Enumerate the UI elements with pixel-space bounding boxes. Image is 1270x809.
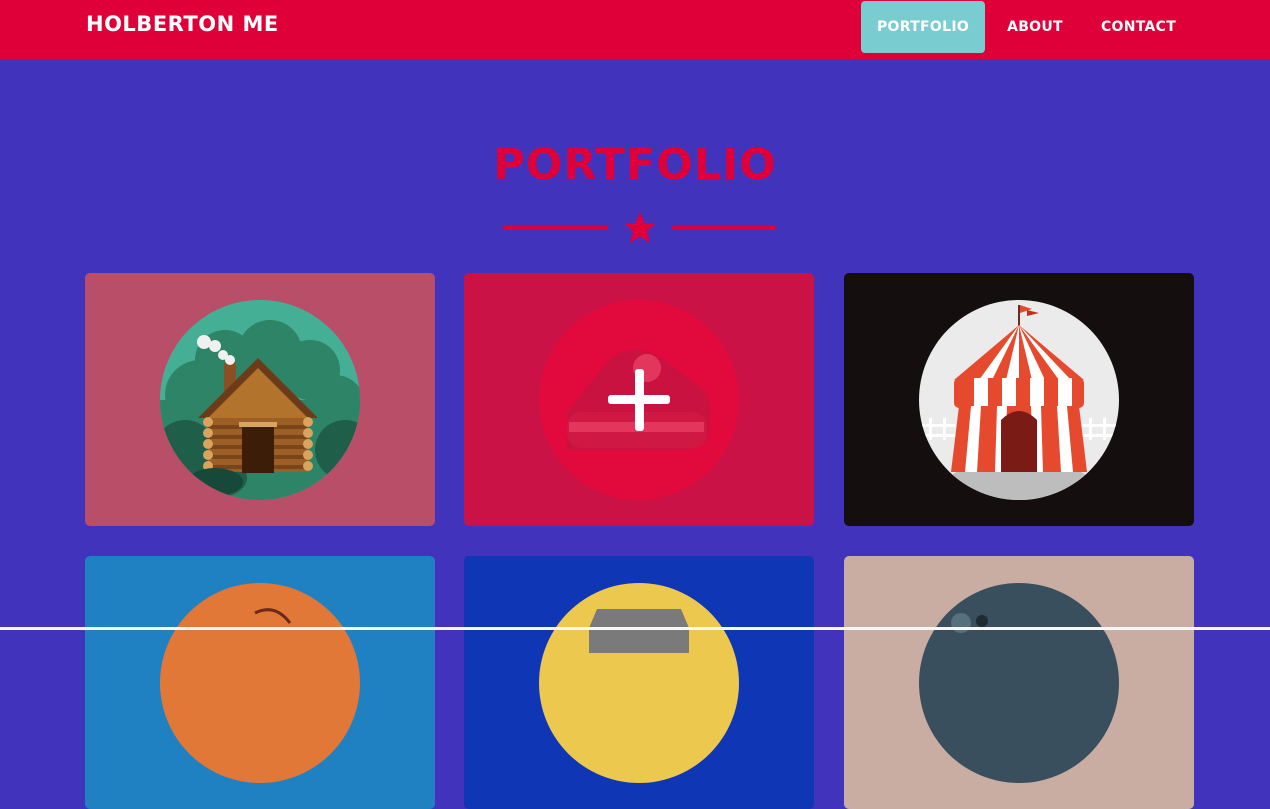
portfolio-item-5[interactable] [464, 556, 814, 809]
yellow-circle-illustration [539, 583, 739, 783]
plus-icon [608, 369, 670, 431]
nav-link-portfolio[interactable]: PORTFOLIO [861, 1, 985, 53]
portfolio-item-4[interactable] [85, 556, 435, 809]
cabin-illustration [160, 300, 360, 500]
circus-tent-illustration [919, 300, 1119, 500]
section-title: PORTFOLIO [493, 140, 777, 190]
navbar: HOLBERTON ME PORTFOLIO ABOUT CONTACT [0, 0, 1270, 60]
divider-line-left [503, 226, 608, 230]
nav-link-contact[interactable]: CONTACT [1090, 1, 1187, 53]
portfolio-item-cake[interactable] [464, 273, 814, 526]
slate-circle-illustration [919, 583, 1119, 783]
nav-link-about[interactable]: ABOUT [995, 1, 1075, 53]
portfolio-item-cabin[interactable] [85, 273, 435, 526]
portfolio-item-circus[interactable] [844, 273, 1194, 526]
star-icon [624, 212, 656, 243]
portfolio-item-6[interactable] [844, 556, 1194, 809]
divider-line-right [672, 226, 776, 230]
orange-circle-illustration [160, 583, 360, 783]
brand-logo-link[interactable]: HOLBERTON ME [86, 12, 279, 36]
